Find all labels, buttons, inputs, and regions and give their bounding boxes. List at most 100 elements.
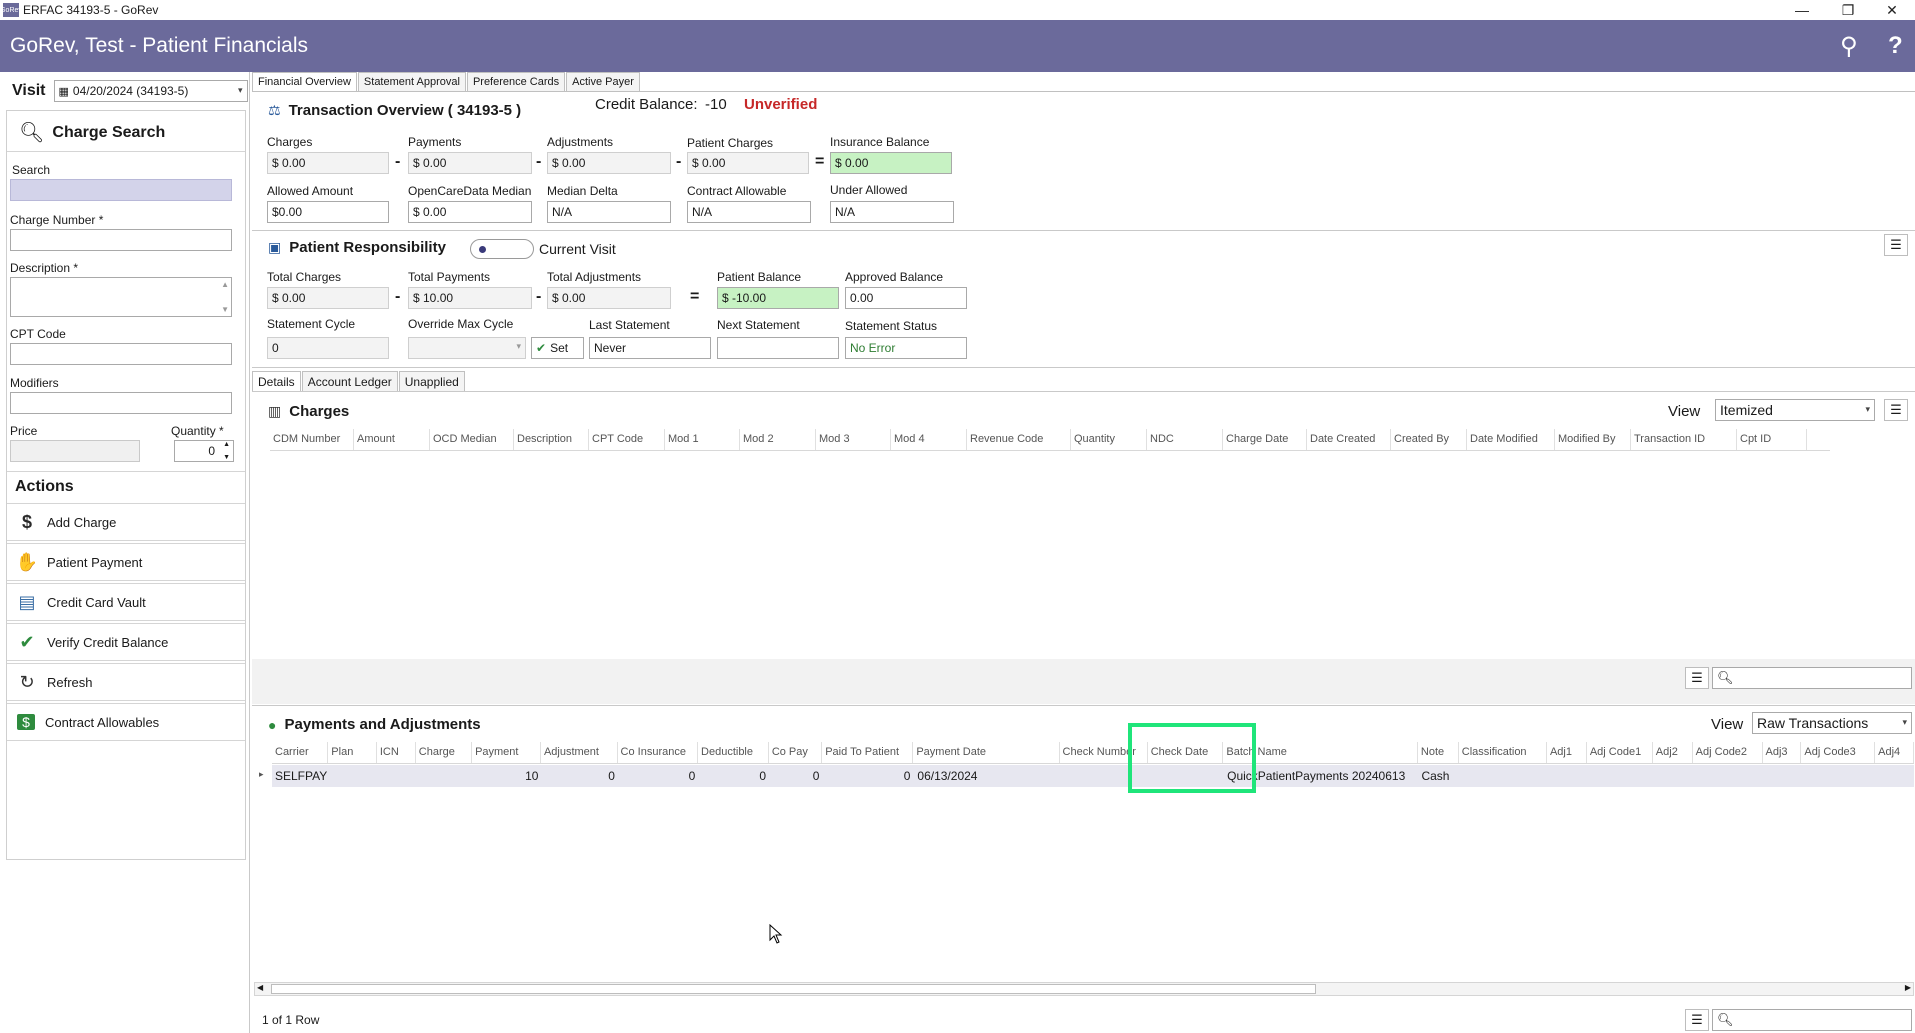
- column-header[interactable]: Adj4: [1875, 742, 1915, 763]
- scrollbar-thumb[interactable]: [271, 984, 1316, 994]
- patient-payment-button[interactable]: ✋ Patient Payment: [7, 543, 245, 581]
- payments-view-label: View: [1711, 716, 1744, 733]
- tab-details[interactable]: Details: [252, 371, 301, 392]
- table-cell: SELFPAY: [272, 765, 330, 787]
- column-header[interactable]: CDM Number: [270, 429, 354, 450]
- add-charge-button[interactable]: $ Add Charge: [7, 503, 245, 541]
- search-icon: 🔍︎: [1717, 1012, 1734, 1027]
- modifiers-input[interactable]: [10, 392, 232, 414]
- column-header[interactable]: Cpt ID: [1737, 429, 1807, 450]
- scroll-up-icon[interactable]: ▲: [221, 280, 229, 289]
- column-header[interactable]: Created By: [1391, 429, 1467, 450]
- contract-allowables-button[interactable]: $ Contract Allowables: [7, 703, 245, 741]
- close-button[interactable]: ✕: [1869, 0, 1915, 20]
- payments-grid-menu-icon[interactable]: ☰: [1685, 1009, 1709, 1031]
- current-visit-label: Current Visit: [539, 241, 616, 257]
- column-header[interactable]: Co Pay: [769, 742, 823, 763]
- column-header[interactable]: Paid To Patient: [822, 742, 914, 763]
- column-header[interactable]: Revenue Code: [967, 429, 1071, 450]
- approved-balance-field[interactable]: 0.00: [845, 287, 967, 309]
- column-header[interactable]: Payment: [472, 742, 541, 763]
- row-expand-icon[interactable]: ▸: [259, 769, 264, 780]
- column-header[interactable]: CPT Code: [589, 429, 665, 450]
- set-button[interactable]: ✔ Set: [531, 337, 584, 359]
- column-header[interactable]: Mod 4: [891, 429, 967, 450]
- column-header[interactable]: ICN: [377, 742, 416, 763]
- column-header[interactable]: Co Insurance: [618, 742, 699, 763]
- quantity-stepper[interactable]: 0 ▲ ▼: [174, 440, 234, 462]
- scroll-down-icon[interactable]: ▼: [221, 305, 229, 314]
- charges-view-select[interactable]: Itemized ▾: [1715, 399, 1875, 421]
- column-header[interactable]: Deductible: [698, 742, 769, 763]
- column-header[interactable]: Adj Code1: [1587, 742, 1653, 763]
- column-header[interactable]: Quantity: [1071, 429, 1147, 450]
- column-header[interactable]: OCD Median: [430, 429, 514, 450]
- search-input[interactable]: [10, 179, 232, 201]
- column-header[interactable]: Plan: [328, 742, 377, 763]
- column-header[interactable]: Description: [514, 429, 589, 450]
- tab-active-payer[interactable]: Active Payer: [566, 72, 640, 92]
- tab-financial-overview[interactable]: Financial Overview: [252, 72, 357, 92]
- tab-account-ledger[interactable]: Account Ledger: [301, 371, 398, 392]
- column-header[interactable]: Payment Date: [913, 742, 1060, 763]
- column-header[interactable]: Mod 2: [740, 429, 816, 450]
- column-header[interactable]: Amount: [354, 429, 430, 450]
- visit-select[interactable]: ▦ 04/20/2024 (34193-5) ▾: [53, 80, 248, 102]
- column-header[interactable]: Note: [1418, 742, 1459, 763]
- column-header[interactable]: Modified By: [1555, 429, 1631, 450]
- stepper-down-icon[interactable]: ▼: [223, 454, 230, 461]
- next-statement-field: [717, 337, 839, 359]
- tab-unapplied[interactable]: Unapplied: [398, 371, 465, 392]
- help-icon[interactable]: ?: [1888, 32, 1903, 60]
- refresh-button[interactable]: ↻ Refresh: [7, 663, 245, 701]
- column-header[interactable]: Adjustment: [541, 742, 618, 763]
- column-header[interactable]: Charge: [416, 742, 473, 763]
- column-header[interactable]: Adj Code2: [1693, 742, 1763, 763]
- column-header[interactable]: Mod 3: [816, 429, 891, 450]
- column-header[interactable]: NDC: [1147, 429, 1223, 450]
- charge-number-input[interactable]: [10, 229, 232, 251]
- patient-responsibility-header: ▣ Patient Responsibility: [268, 239, 446, 256]
- column-header[interactable]: Date Created: [1307, 429, 1391, 450]
- verify-credit-balance-button[interactable]: ✔ Verify Credit Balance: [7, 623, 245, 661]
- current-visit-toggle[interactable]: [470, 239, 534, 259]
- hamburger-menu-icon[interactable]: ☰: [1884, 234, 1908, 256]
- stepper-up-icon[interactable]: ▲: [223, 441, 230, 448]
- chevron-down-icon: ▾: [237, 85, 243, 95]
- column-header[interactable]: Charge Date: [1223, 429, 1307, 450]
- minimize-button[interactable]: —: [1779, 0, 1825, 20]
- charges-grid-search-input[interactable]: 🔍︎: [1712, 667, 1912, 689]
- cpt-code-input[interactable]: [10, 343, 232, 365]
- override-max-cycle-select[interactable]: ▾: [408, 337, 526, 359]
- column-header[interactable]: Mod 1: [665, 429, 740, 450]
- tab-preference-cards[interactable]: Preference Cards: [466, 72, 566, 92]
- restore-button[interactable]: ❐: [1825, 0, 1871, 20]
- column-header[interactable]: Adj1: [1547, 742, 1587, 763]
- scroll-right-icon[interactable]: ▶: [1905, 983, 1911, 992]
- column-header[interactable]: Transaction ID: [1631, 429, 1737, 450]
- window-titlebar: GoRev ERFAC 34193-5 - GoRev — ❐ ✕: [0, 0, 1915, 20]
- column-header[interactable]: Classification: [1459, 742, 1547, 763]
- minus-operator: -: [395, 288, 401, 305]
- horizontal-scrollbar[interactable]: ◀ ▶: [254, 982, 1914, 996]
- refresh-icon: ↻: [19, 671, 35, 692]
- payments-view-select[interactable]: Raw Transactions ▾: [1752, 712, 1912, 734]
- table-row[interactable]: SELFPAY 10 0 0 0 0 0 06/13/2024 QuickPatientPaym…: [272, 765, 1915, 787]
- mouse-cursor-icon: [769, 924, 783, 944]
- payments-grid-search-input[interactable]: 🔍︎: [1712, 1009, 1912, 1031]
- column-header[interactable]: Adj2: [1653, 742, 1693, 763]
- description-input[interactable]: ▲ ▼: [10, 277, 232, 317]
- row-count: 1 of 1 Row: [262, 1013, 320, 1027]
- user-icon[interactable]: ⚲: [1840, 32, 1858, 61]
- column-header[interactable]: Adj3: [1763, 742, 1802, 763]
- column-header[interactable]: Adj Code3: [1801, 742, 1876, 763]
- scroll-left-icon[interactable]: ◀: [257, 983, 263, 992]
- credit-card-vault-button[interactable]: ▤ Credit Card Vault: [7, 583, 245, 621]
- charges-grid-menu-icon[interactable]: ☰: [1685, 667, 1709, 689]
- tab-statement-approval[interactable]: Statement Approval: [357, 72, 466, 92]
- contract-allowables-label: Contract Allowables: [45, 714, 160, 730]
- charges-menu-icon[interactable]: ☰: [1884, 399, 1908, 421]
- column-header[interactable]: Date Modified: [1467, 429, 1555, 450]
- column-header[interactable]: Carrier: [272, 742, 329, 763]
- equals-operator: =: [815, 153, 825, 170]
